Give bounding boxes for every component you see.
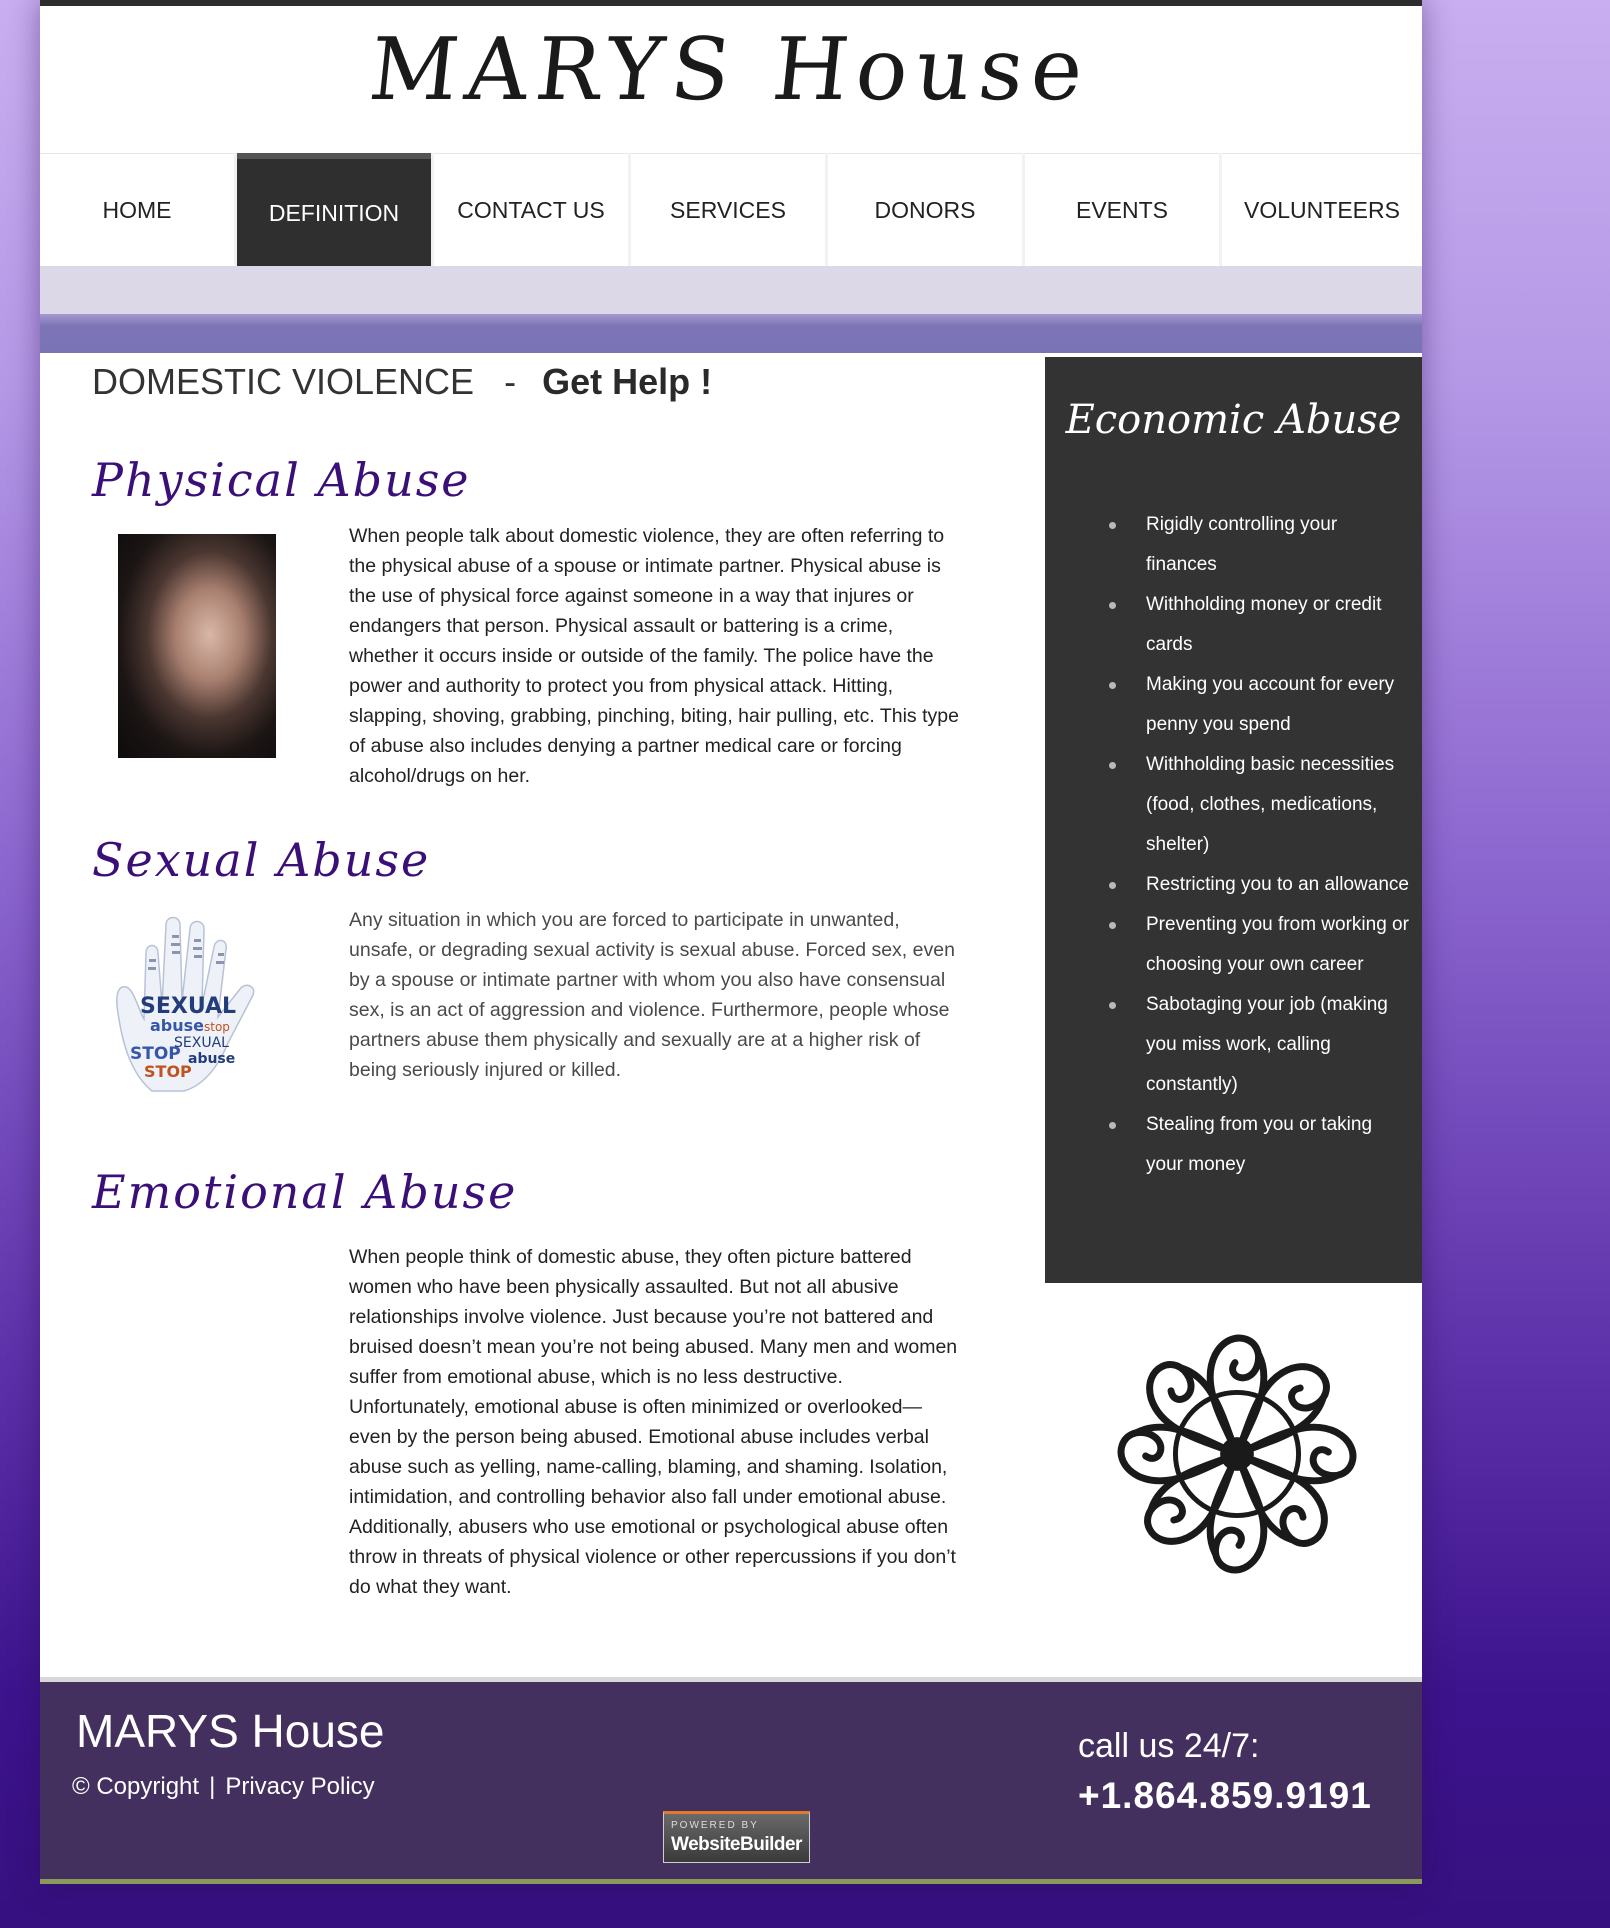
- nav-item-services[interactable]: SERVICES: [631, 153, 825, 266]
- list-item: Withholding basic necessities (food, clo…: [1079, 745, 1409, 865]
- hand-word-6: abuse: [188, 1051, 235, 1067]
- list-item: Making you account for every penny you s…: [1079, 665, 1409, 745]
- economic-abuse-sidebar: Economic Abuse Rigidly controlling your …: [1045, 357, 1422, 1283]
- site-footer: MARYS House © Copyright | Privacy Policy c…: [40, 1682, 1422, 1879]
- get-help-heading: Get Help !: [542, 361, 713, 402]
- nav-item-volunteers[interactable]: VOLUNTEERS: [1222, 153, 1422, 266]
- powered-by-badge[interactable]: POWERED BY WebsiteBuilder: [663, 1811, 810, 1863]
- list-item: Stealing from you or taking your money: [1079, 1105, 1409, 1185]
- emotional-abuse-text: When people think of domestic abuse, the…: [349, 1246, 958, 1598]
- footer-links: © Copyright | Privacy Policy: [72, 1773, 375, 1801]
- footer-accent-line: [40, 1879, 1422, 1884]
- sexual-abuse-heading: Sexual Abuse: [92, 833, 431, 887]
- privacy-policy-link[interactable]: Privacy Policy: [225, 1773, 374, 1800]
- list-item: Sabotaging your job (making you miss wor…: [1079, 985, 1409, 1105]
- page-title-separator: -: [504, 361, 517, 402]
- hand-word-5: STOP: [130, 1044, 181, 1064]
- content-area: DOMESTIC VIOLENCE - Get Help ! Physical Ab…: [40, 353, 1422, 1677]
- hand-word-3: stop: [204, 1020, 230, 1034]
- hand-word-4: SEXUAL: [174, 1035, 229, 1051]
- call-us-label: call us 24/7:: [1078, 1727, 1260, 1765]
- copyright-link[interactable]: © Copyright: [72, 1773, 199, 1800]
- hand-word-2: abuse: [150, 1016, 204, 1035]
- hand-word-7: STOP: [144, 1062, 192, 1081]
- nav-item-contact-us[interactable]: CONTACT US: [434, 153, 628, 266]
- page-title: DOMESTIC VIOLENCE - Get Help !: [92, 361, 712, 403]
- page-title-main: DOMESTIC VIOLENCE: [92, 361, 475, 402]
- site-header: MARYS House: [40, 0, 1422, 153]
- nav-item-home[interactable]: HOME: [40, 153, 234, 266]
- header-band-purple: [40, 314, 1422, 353]
- nav-item-definition[interactable]: DEFINITION: [237, 153, 431, 266]
- physical-abuse-heading: Physical Abuse: [92, 453, 471, 507]
- nav-item-events[interactable]: EVENTS: [1025, 153, 1219, 266]
- badge-brand: WebsiteBuilder: [671, 1834, 802, 1855]
- hand-word-cloud-graphic: SEXUAL abuse stop SEXUAL STOP abuse STOP: [116, 916, 255, 1092]
- list-item: Restricting you to an allowance: [1079, 865, 1409, 905]
- economic-abuse-heading: Economic Abuse: [1065, 397, 1402, 443]
- site-logo[interactable]: MARYS House: [364, 10, 1097, 130]
- phone-number[interactable]: +1.864.859.9191: [1078, 1775, 1372, 1817]
- sexual-abuse-text: Any situation in which you are forced to…: [349, 909, 955, 1081]
- footer-brand: MARYS House: [76, 1705, 385, 1757]
- main-nav: HOME DEFINITION CONTACT US SERVICES DONO…: [40, 153, 1422, 266]
- economic-abuse-list: Rigidly controlling your finances Withho…: [1079, 505, 1409, 1185]
- page-container: MARYS House HOME DEFINITION CONTACT US S…: [40, 0, 1422, 1884]
- emotional-abuse-heading: Emotional Abuse: [92, 1165, 518, 1219]
- header-band-light: [40, 266, 1422, 314]
- footer-link-divider: |: [209, 1773, 216, 1800]
- physical-abuse-text: When people talk about domestic violence…: [349, 525, 959, 787]
- list-item: Rigidly controlling your finances: [1079, 505, 1409, 585]
- list-item: Preventing you from working or choosing …: [1079, 905, 1409, 985]
- scroll-ornament-icon: [1117, 1334, 1357, 1574]
- list-item: Withholding money or credit cards: [1079, 585, 1409, 665]
- physical-abuse-photo: [118, 534, 276, 758]
- badge-caption: POWERED BY: [671, 1820, 759, 1831]
- nav-item-donors[interactable]: DONORS: [828, 153, 1022, 266]
